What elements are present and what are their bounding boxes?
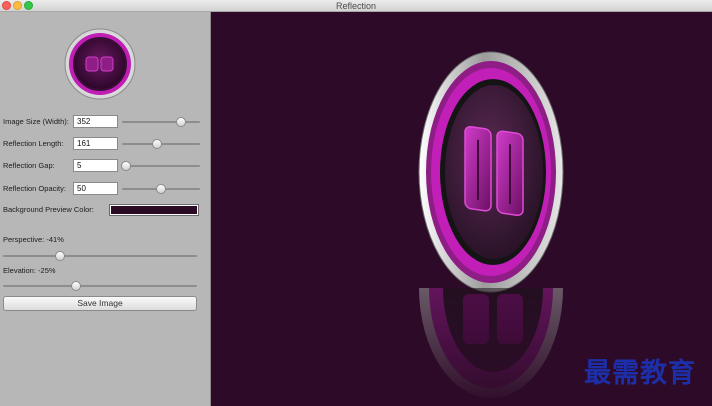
reflection-opacity-slider[interactable] [122,184,200,194]
app-window: Reflection Image Size (Width): 352 Refle… [0,0,712,406]
background-color-swatch-fill [111,206,197,214]
perspective-row: Perspective: -41% [3,233,203,247]
perspective-slider[interactable] [3,251,197,261]
reflection-opacity-row: Reflection Opacity: 50 [3,182,203,196]
perspective-slider-knob[interactable] [55,251,66,261]
window-title: Reflection [335,1,377,11]
preview-image [418,51,564,293]
reflection-gap-label: Reflection Gap: [3,161,55,170]
preview-canvas [211,12,712,406]
image-size-row: Image Size (Width): 352 [3,115,203,129]
reflection-opacity-label: Reflection Opacity: [3,184,66,193]
image-size-slider[interactable] [122,117,200,127]
reflection-gap-slider-knob[interactable] [120,161,131,171]
reflection-length-label: Reflection Length: [3,139,64,148]
image-size-field[interactable]: 352 [73,115,118,128]
background-color-swatch[interactable] [109,204,199,216]
settings-panel: Image Size (Width): 352 Reflection Lengt… [0,12,211,406]
reflection-opacity-field[interactable]: 50 [73,182,118,195]
image-size-label: Image Size (Width): [3,117,69,126]
reflection-gap-field[interactable]: 5 [73,159,118,172]
reflection-gap-row: Reflection Gap: 5 [3,159,203,173]
background-color-label: Background Preview Color: [3,205,94,214]
image-size-slider-knob[interactable] [175,117,186,127]
save-image-button[interactable]: Save Image [3,296,197,311]
watermark-text: 最需教育 [584,358,696,389]
elevation-label: Elevation: -25% [3,266,56,275]
reflection-length-slider-knob[interactable] [152,139,163,149]
reflection-gap-slider[interactable] [120,161,200,171]
perspective-label: Perspective: -41% [3,235,64,244]
reflection-length-field[interactable]: 161 [73,137,118,150]
background-color-row: Background Preview Color: [3,203,203,217]
elevation-slider[interactable] [3,281,197,291]
image-thumbnail [64,28,136,100]
title-bar: Reflection [0,0,712,12]
reflection-opacity-slider-knob[interactable] [156,184,166,194]
reflection-length-slider[interactable] [122,139,200,149]
elevation-row: Elevation: -25% [3,264,203,278]
preview-reflection [417,288,565,406]
reflection-length-row: Reflection Length: 161 [3,137,203,151]
elevation-slider-knob[interactable] [70,281,81,291]
